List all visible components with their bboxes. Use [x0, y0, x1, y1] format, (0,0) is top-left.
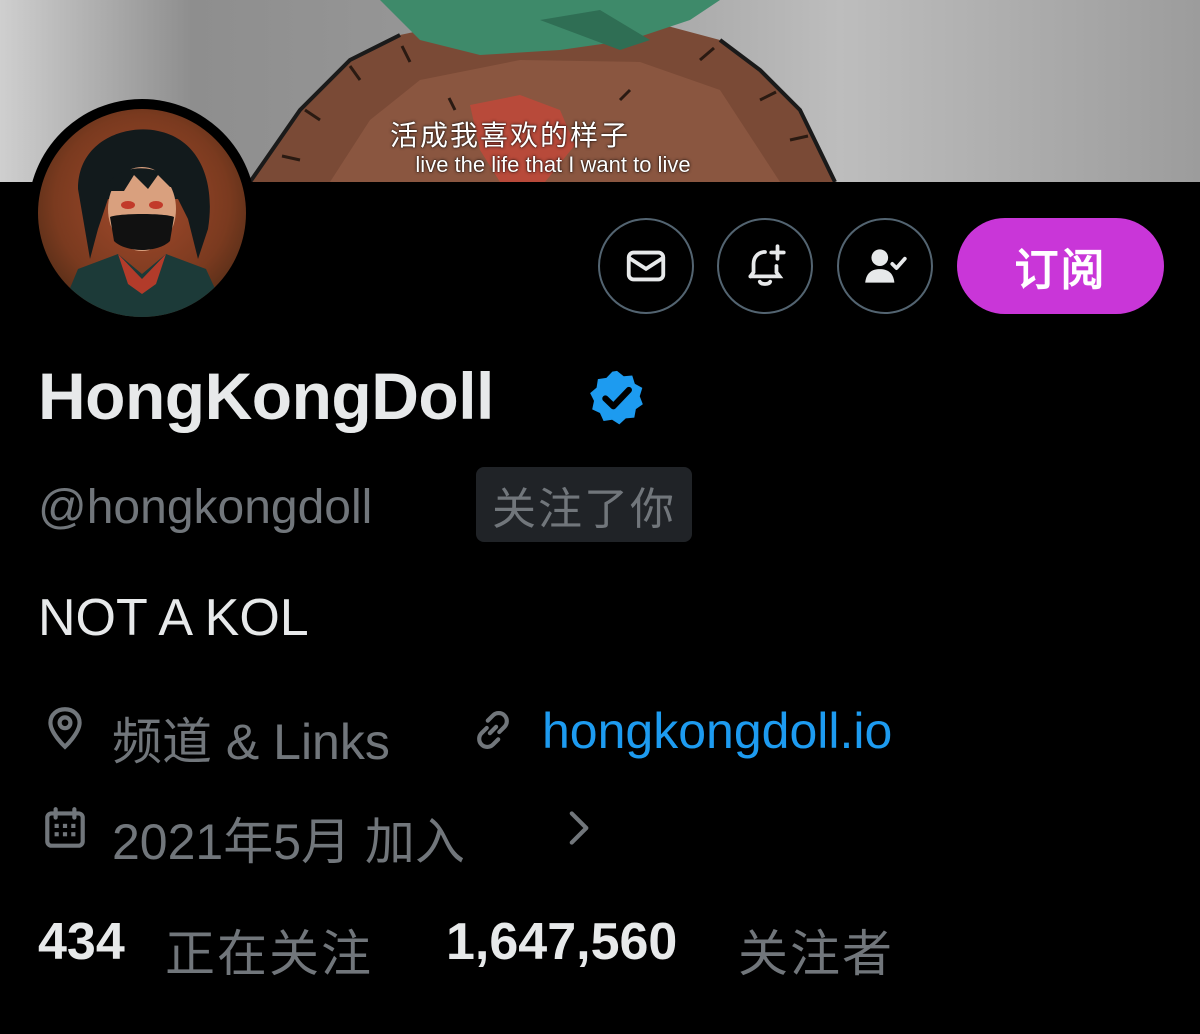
chevron-right-icon[interactable]: [553, 803, 603, 853]
website-link[interactable]: hongkongdoll.io: [542, 702, 892, 760]
link-icon: [477, 710, 509, 750]
following-label[interactable]: 正在关注: [165, 914, 373, 986]
verified-badge-icon[interactable]: [586, 367, 648, 429]
location-pin-icon: [48, 707, 82, 750]
handle: @hongkongdoll: [38, 481, 373, 534]
mail-icon: [626, 250, 666, 282]
message-button[interactable]: [598, 218, 694, 314]
notify-button[interactable]: [717, 218, 813, 314]
avatar-image: [38, 109, 246, 317]
avatar[interactable]: [28, 99, 256, 327]
person-check-icon: [865, 249, 907, 283]
following-button[interactable]: [837, 218, 933, 314]
display-name: HongKongDoll: [38, 359, 494, 433]
followers-count[interactable]: 1,647,560: [446, 912, 677, 972]
bio: NOT A KOL: [38, 589, 309, 647]
location-text: 频道 & Links: [112, 714, 390, 770]
following-count[interactable]: 434: [38, 912, 125, 972]
bell-plus-icon: [748, 244, 786, 286]
joined-date[interactable]: 2021年5月 加入: [112, 802, 465, 874]
followers-label[interactable]: 关注者: [738, 914, 894, 986]
subscribe-button[interactable]: 订阅: [957, 218, 1164, 314]
follows-you-badge: 关注了你: [476, 467, 692, 542]
calendar-icon: [45, 807, 85, 848]
